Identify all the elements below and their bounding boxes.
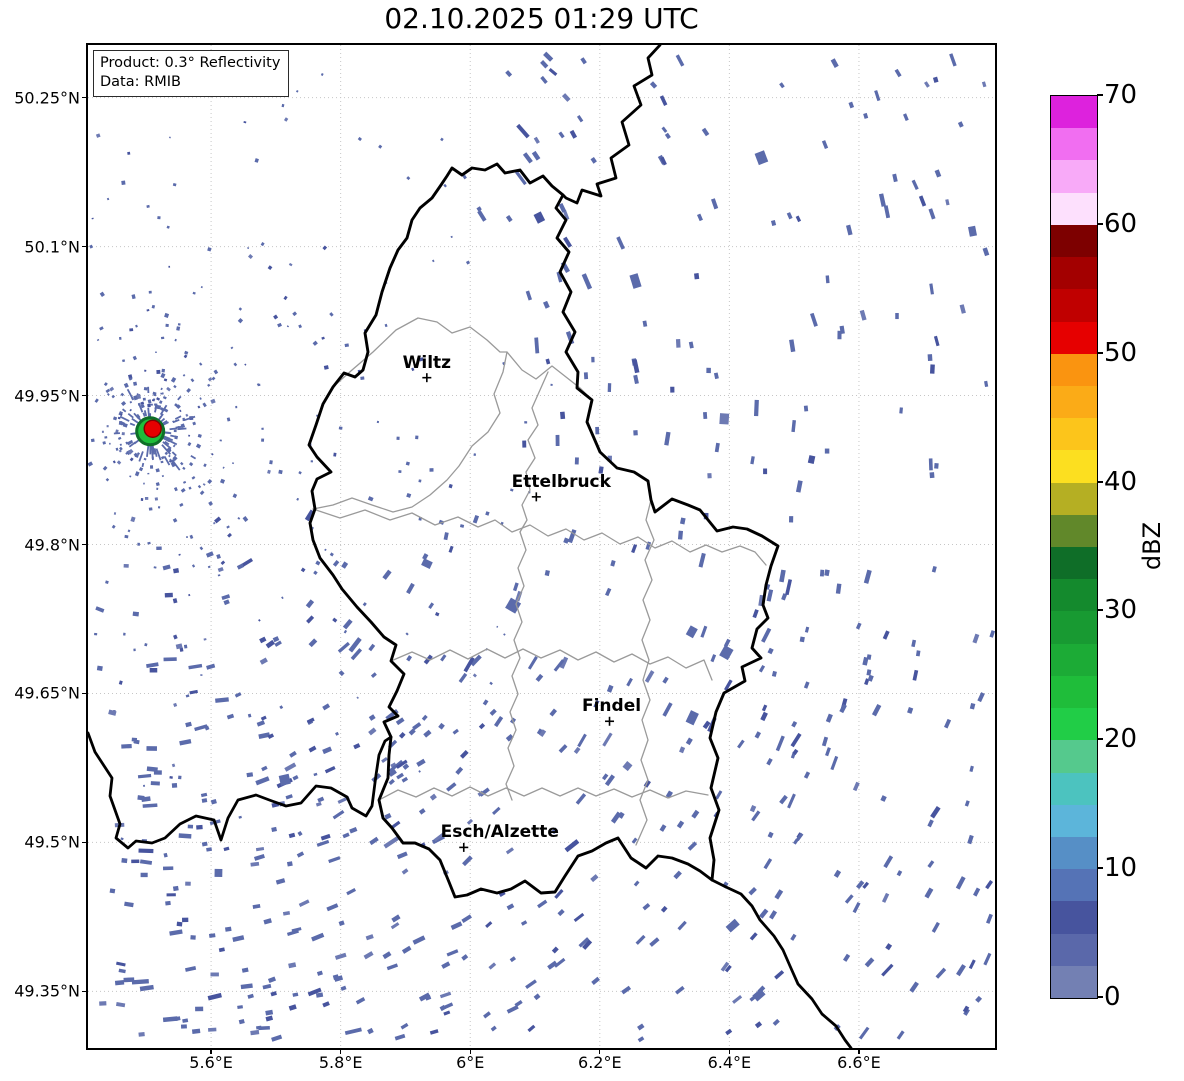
colorbar-axis-label: dBZ [1138,521,1166,571]
gridlines [88,45,995,1048]
colorbar-tick-label: 70 [1104,80,1138,110]
colorbar-segment [1051,804,1097,837]
colorbar-tick-mark [1097,351,1103,354]
city-marker [531,492,541,502]
lat-tick-mark [82,692,86,695]
radar-product-page: 02.10.2025 01:29 UTC Product: 0.3° Refle… [0,0,1184,1081]
lat-tick-label: 49.95°N [14,386,80,406]
info-box-source-line: Data: RMIB [100,74,181,91]
colorbar-segment [1051,933,1097,966]
colorbar-segment [1051,450,1097,483]
colorbar-segment [1051,836,1097,870]
colorbar-segment [1051,772,1097,805]
lat-tick-mark [82,990,86,993]
colorbar-tick-label: 0 [1104,982,1121,1012]
lat-tick-mark [82,394,86,397]
lat-tick-label: 49.65°N [14,683,80,703]
colorbar-tick-label: 40 [1104,466,1138,497]
district-borders [312,317,767,846]
colorbar-tick-mark [1097,94,1103,96]
colorbar-segment [1051,965,1097,998]
lon-tick-label: 5.8°E [318,1053,363,1072]
info-box-product-line: Product: 0.3° Reflectivity [100,55,281,71]
map-svg [88,45,995,1048]
lon-tick-label: 6.6°E [837,1053,881,1072]
colorbar-segment [1051,547,1097,580]
city-marker [605,716,615,726]
colorbar-segment [1051,418,1097,451]
city-marker [422,373,432,383]
city-marker [459,842,469,852]
chart-title: 02.10.2025 01:29 UTC [384,2,699,35]
colorbar-segment [1051,740,1097,773]
lon-tick-mark [210,1050,212,1054]
colorbar-tick-label: 10 [1104,853,1138,884]
colorbar-segment [1051,579,1097,612]
colorbar [1050,95,1098,999]
lon-tick-mark [469,1050,471,1054]
lon-tick-label: 5.6°E [189,1053,233,1072]
colorbar-tick-mark [1097,480,1103,483]
colorbar-segment [1051,128,1097,161]
colorbar-segment [1051,385,1097,419]
colorbar-segment [1051,224,1097,258]
lat-tick-label: 49.8°N [24,535,80,554]
lat-tick-mark [82,543,86,546]
lon-tick-mark [339,1050,342,1054]
lon-tick-mark [728,1050,731,1054]
colorbar-segment [1051,611,1097,644]
lon-tick-mark [858,1050,860,1054]
colorbar-tick-mark [1097,738,1103,741]
colorbar-segment [1051,353,1097,386]
colorbar-segment [1051,289,1097,322]
colorbar-tick-label: 20 [1104,724,1138,755]
colorbar-segment [1051,192,1097,225]
colorbar-tick-mark [1097,609,1103,612]
lat-tick-label: 49.5°N [24,832,80,852]
colorbar-segment [1051,643,1097,676]
lat-tick-mark [82,97,86,99]
echo-speck-layer [88,53,553,858]
colorbar-tick-label: 30 [1104,595,1138,626]
colorbar-segment [1051,675,1097,709]
colorbar-tick-mark [1097,867,1103,870]
colorbar-tick-label: 60 [1104,208,1138,239]
plot-area: Product: 0.3° Reflectivity Data: RMIB Wi… [86,43,997,1050]
lat-tick-mark [82,841,86,844]
lon-tick-label: 6.4°E [707,1053,752,1072]
colorbar-segment [1051,708,1097,741]
colorbar-segment [1051,514,1097,547]
lon-tick-label: 6°E [456,1053,485,1072]
colorbar-segment [1051,482,1097,515]
colorbar-segment [1051,96,1097,129]
colorbar-segment [1051,869,1097,902]
lat-tick-mark [82,245,86,248]
lon-tick-mark [599,1050,601,1054]
colorbar-segment [1051,321,1097,354]
lon-tick-label: 6.2°E [578,1053,622,1072]
info-box: Product: 0.3° Reflectivity Data: RMIB [93,50,290,98]
lat-tick-label: 50.1°N [24,237,80,257]
lat-tick-label: 50.25°N [14,88,80,108]
colorbar-segment [1051,901,1097,934]
colorbar-segment [1051,160,1097,193]
lat-tick-label: 49.35°N [14,981,80,1001]
colorbar-tick-label: 50 [1104,337,1138,368]
colorbar-tick-mark [1097,222,1103,225]
colorbar-tick-mark [1097,996,1103,998]
colorbar-segment [1051,257,1097,290]
